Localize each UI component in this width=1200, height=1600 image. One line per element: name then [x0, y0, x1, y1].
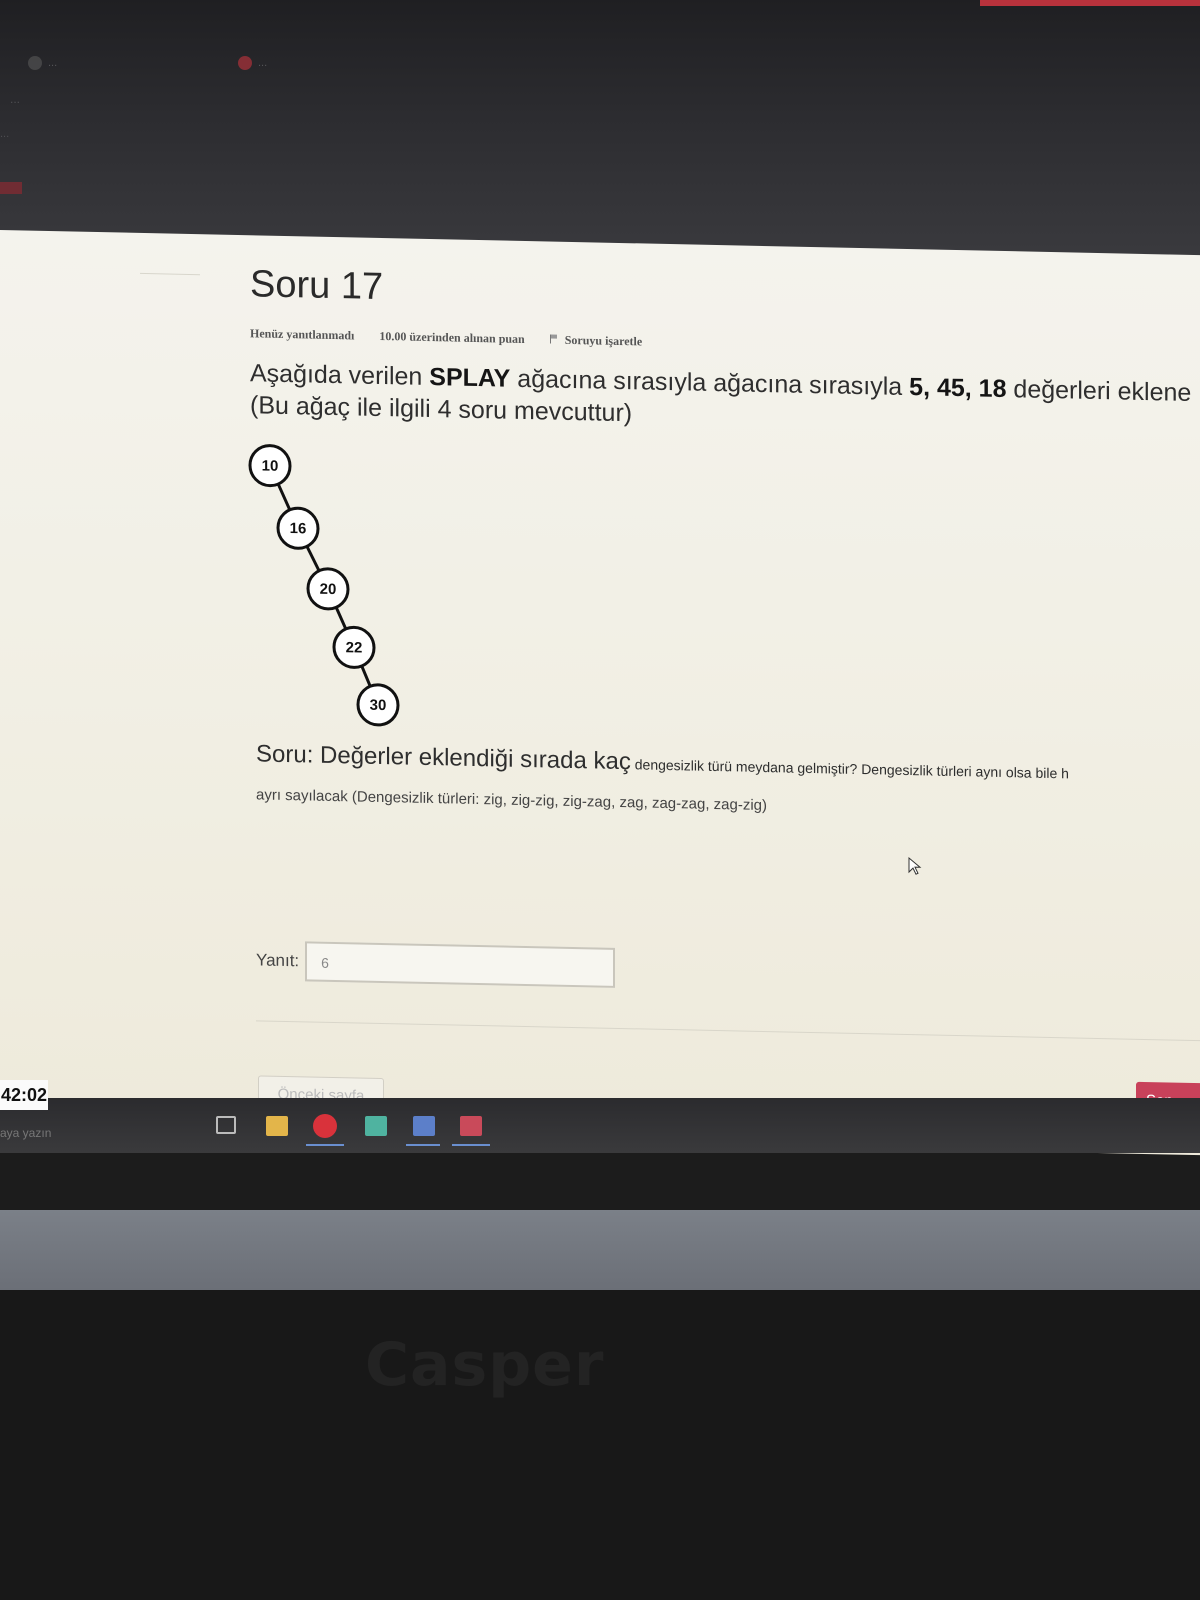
tree-node: 16: [276, 506, 320, 550]
page-header-accent: [0, 182, 22, 194]
clock: 42:02: [0, 1080, 48, 1110]
nav-divider: [140, 272, 200, 276]
opera-browser-icon[interactable]: [313, 1114, 337, 1138]
brand-logo: Casper: [365, 1330, 605, 1400]
answer-separator: [256, 1020, 1200, 1042]
mouse-cursor-icon: [908, 857, 922, 875]
quiz-page: Soru 17 Henüz yanıtlanmadı 10.00 üzerind…: [0, 230, 1200, 1156]
open-app-indicator: [452, 1144, 490, 1146]
node-label: 16: [290, 520, 307, 537]
open-app-indicator: [406, 1144, 440, 1146]
answer-input[interactable]: 6: [305, 941, 616, 988]
bookmarks-bar[interactable]: ...: [0, 128, 9, 140]
flag-question-link[interactable]: Soruyu işaretle: [549, 333, 664, 349]
node-label: 30: [370, 697, 387, 714]
app-icon[interactable]: [413, 1116, 435, 1136]
question-points: 10.00 üzerinden alınan puan: [379, 328, 525, 346]
window-accent-stripe: [980, 0, 1200, 6]
tab-strip: ... ...: [0, 52, 480, 78]
tree-svg: 10 16 20 22 30: [248, 444, 400, 727]
taskbar: 42:02 aya yazın: [0, 1080, 1200, 1153]
task-view-icon[interactable]: [216, 1116, 236, 1134]
tree-node: 10: [248, 444, 292, 488]
address-bar[interactable]: ...: [10, 92, 20, 106]
splay-keyword: SPLAY: [429, 362, 511, 393]
tab-favicon-icon: [28, 56, 42, 71]
sub-question: Soru: Değerler eklendiği sırada kaç deng…: [256, 740, 1200, 823]
taskbar-search[interactable]: aya yazın: [0, 1126, 51, 1140]
node-label: 22: [346, 639, 363, 656]
store-app-icon[interactable]: [365, 1116, 387, 1136]
tab-favicon-icon: [238, 56, 252, 71]
inserted-values: 5, 45, 18: [909, 373, 1007, 404]
browser-tab-1[interactable]: ...: [28, 52, 57, 74]
answer-label: Yanıt:: [256, 950, 300, 971]
question-block: Soru 17 Henüz yanıtlanmadı 10.00 üzerind…: [250, 263, 1200, 440]
splay-tree-diagram: 10 16 20 22 30: [240, 435, 440, 729]
answer-status: Henüz yanıtlanmadı: [250, 326, 355, 343]
answer-row: Yanıt: 6: [256, 940, 616, 988]
question-meta: Henüz yanıtlanmadı 10.00 üzerinden alına…: [250, 326, 1200, 361]
file-explorer-icon[interactable]: [266, 1116, 288, 1136]
media-app-icon[interactable]: [460, 1116, 482, 1136]
tree-node: 22: [332, 625, 376, 669]
active-app-indicator: [306, 1144, 344, 1146]
browser-tab-2[interactable]: ...: [238, 52, 267, 74]
flag-icon: [549, 334, 559, 344]
node-label: 10: [262, 457, 279, 474]
tree-node: 20: [306, 567, 350, 611]
browser-chrome: ... ... ... ...: [0, 0, 1200, 260]
screen-edge: [0, 1210, 1200, 1290]
sub-question-line1: Soru: Değerler eklendiği sırada kaç deng…: [256, 740, 1069, 782]
tree-node: 30: [356, 683, 400, 727]
question-title: Soru 17: [250, 263, 384, 309]
node-label: 20: [320, 581, 337, 598]
sub-question-line2: ayrı sayılacak (Dengesizlik türleri: zig…: [256, 786, 768, 815]
